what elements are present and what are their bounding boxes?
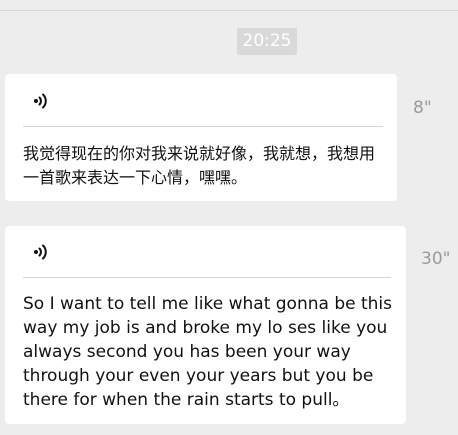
voice-duration: 8" (413, 98, 432, 118)
voice-message-bubble[interactable]: So I want to tell me like what gonna be … (5, 226, 406, 424)
bubble-divider (23, 126, 383, 127)
voice-message-bubble[interactable]: 我觉得现在的你对我来说就好像，我就想，我想用一首歌来表达一下心情，嘿嘿。 (5, 74, 397, 201)
voice-duration: 30" (421, 249, 451, 269)
message-timestamp: 20:25 (237, 28, 297, 55)
voice-icon[interactable] (30, 91, 50, 111)
bubble-divider (23, 277, 391, 278)
top-divider (0, 10, 458, 11)
voice-transcript: 我觉得现在的你对我来说就好像，我就想，我想用一首歌来表达一下心情，嘿嘿。 (23, 144, 376, 187)
voice-transcript: So I want to tell me like what gonna be … (23, 294, 392, 410)
voice-icon[interactable] (30, 242, 50, 262)
